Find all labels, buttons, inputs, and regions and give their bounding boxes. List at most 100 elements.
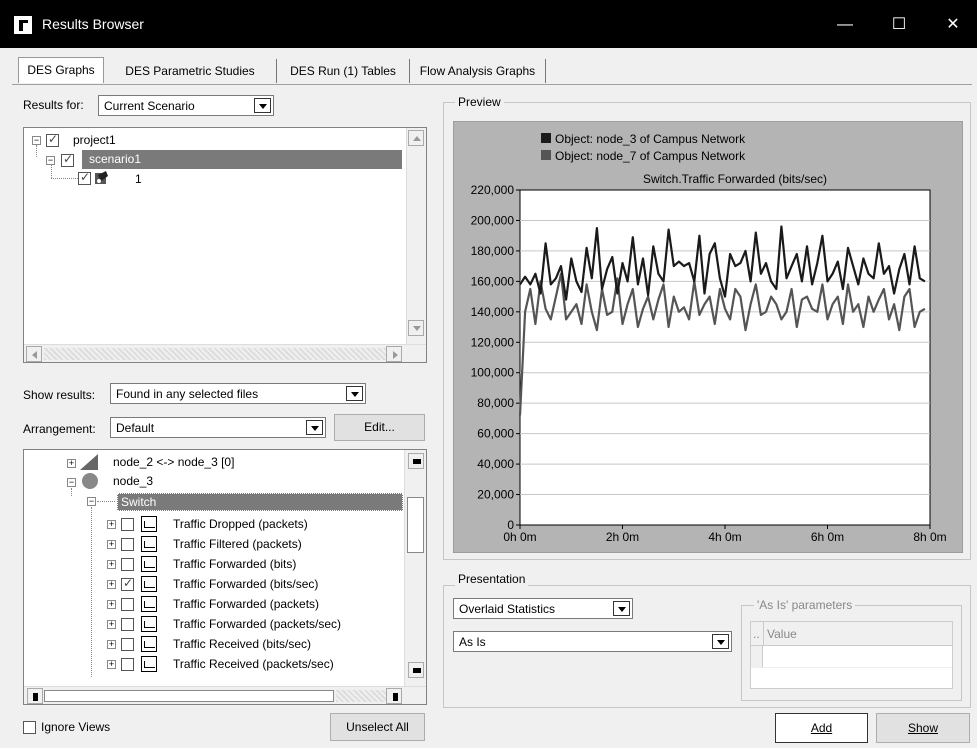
y-tick-label: 220,000 — [471, 183, 515, 197]
tab-des-parametric-studies[interactable]: DES Parametric Studies — [104, 59, 277, 83]
collapse-icon[interactable]: − — [32, 136, 41, 145]
add-button[interactable]: Add — [775, 713, 868, 743]
chevron-down-icon[interactable] — [613, 601, 630, 616]
tree-item-switch[interactable]: Switch — [121, 495, 156, 509]
expand-icon[interactable]: + — [67, 459, 76, 468]
minimize-icon[interactable]: — — [822, 10, 868, 40]
show-results-select[interactable]: Found in any selected files — [110, 383, 366, 404]
graph-icon — [141, 556, 157, 572]
preview-label: Preview — [455, 95, 504, 109]
show-results-label: Show results: — [23, 388, 96, 402]
statistics-tree-hscroll[interactable] — [24, 686, 426, 704]
tree-item-project1[interactable]: project1 — [73, 133, 116, 147]
chevron-down-icon[interactable] — [712, 634, 729, 649]
presentation-mode-select[interactable]: Overlaid Statistics — [453, 598, 633, 619]
graph-icon — [141, 596, 157, 612]
stat-checkbox[interactable] — [121, 618, 134, 631]
scenario-tree: − project1 − scenario1 1 — [23, 127, 427, 363]
chevron-down-icon[interactable] — [306, 420, 323, 435]
tree-line — [91, 507, 92, 677]
collapse-icon[interactable]: − — [87, 497, 96, 506]
arrangement-select[interactable]: Default — [110, 417, 326, 438]
legend-entry: Object: node_7 of Campus Network — [555, 149, 746, 163]
arrangement-label: Arrangement: — [23, 422, 96, 436]
scenario-tree-hscroll[interactable] — [24, 344, 426, 362]
x-tick-label: 0h 0m — [503, 530, 536, 544]
y-tick-label: 120,000 — [471, 335, 515, 349]
unselect-all-button[interactable]: Unselect All — [330, 713, 425, 741]
scroll-down-icon[interactable] — [408, 662, 424, 678]
stat-item[interactable]: + Traffic Filtered (packets) — [107, 536, 407, 556]
stat-checkbox[interactable] — [121, 558, 134, 571]
scroll-down-icon[interactable] — [408, 320, 424, 336]
tree-item-node3[interactable]: node_3 — [113, 474, 153, 488]
show-button-label: Show — [907, 721, 939, 735]
scenario1-checkbox[interactable] — [61, 152, 74, 167]
statistics-tree-vscroll[interactable] — [404, 450, 426, 686]
collapse-icon[interactable]: − — [67, 478, 76, 487]
scroll-right-icon[interactable] — [386, 688, 402, 704]
chevron-down-icon[interactable] — [346, 386, 363, 401]
stat-label: Traffic Forwarded (bits/sec) — [173, 577, 319, 591]
scenario-tree-vscroll[interactable] — [406, 128, 426, 344]
stat-item[interactable]: + Traffic Received (packets/sec) — [107, 656, 407, 676]
maximize-icon[interactable]: ☐ — [876, 10, 922, 40]
stat-item[interactable]: + Traffic Dropped (packets) — [107, 516, 407, 536]
expand-icon[interactable]: + — [107, 600, 116, 609]
stat-checkbox[interactable] — [121, 576, 134, 591]
show-results-value: Found in any selected files — [116, 387, 259, 401]
expand-icon[interactable]: + — [107, 640, 116, 649]
expand-icon[interactable]: + — [107, 580, 116, 589]
x-tick-label: 8h 0m — [913, 530, 946, 544]
tree-item-run-1[interactable]: 1 — [135, 172, 142, 186]
stat-checkbox[interactable] — [121, 658, 134, 671]
y-tick-label: 180,000 — [471, 244, 515, 258]
stat-checkbox[interactable] — [121, 638, 134, 651]
legend-swatch — [541, 133, 551, 143]
stat-item[interactable]: + Traffic Received (bits/sec) — [107, 636, 407, 656]
ignore-views-label[interactable]: Ignore Views — [41, 720, 110, 734]
edit-arrangement-button[interactable]: Edit... — [334, 414, 425, 441]
expand-icon[interactable]: + — [107, 560, 116, 569]
scroll-track[interactable] — [44, 348, 399, 360]
stat-label: Traffic Forwarded (packets) — [173, 597, 320, 611]
stat-checkbox[interactable] — [121, 598, 134, 611]
scroll-left-icon[interactable] — [26, 346, 42, 362]
tab-des-graphs[interactable]: DES Graphs — [18, 57, 104, 83]
chevron-down-icon[interactable] — [254, 98, 271, 113]
scroll-thumb[interactable] — [407, 497, 424, 553]
stat-item[interactable]: + Traffic Forwarded (bits) — [107, 556, 407, 576]
ignore-views-checkbox[interactable] — [23, 721, 36, 734]
scroll-right-icon[interactable] — [386, 346, 402, 362]
expand-icon[interactable]: + — [107, 620, 116, 629]
collapse-icon[interactable]: − — [46, 156, 55, 165]
presentation-mode-value: Overlaid Statistics — [459, 602, 556, 616]
scroll-track[interactable] — [336, 690, 386, 702]
stat-checkbox[interactable] — [121, 518, 134, 531]
tree-item-scenario1[interactable]: scenario1 — [89, 152, 141, 166]
tree-item-link-node2-node3[interactable]: node_2 <-> node_3 [0] — [113, 455, 234, 469]
project1-checkbox[interactable] — [46, 132, 59, 147]
scroll-left-icon[interactable] — [27, 688, 43, 704]
expand-icon[interactable]: + — [107, 660, 116, 669]
close-icon[interactable]: ✕ — [930, 10, 976, 40]
tab-des-run-tables[interactable]: DES Run (1) Tables — [277, 59, 410, 83]
presentation-filter-select[interactable]: As Is — [453, 631, 732, 652]
y-tick-label: 60,000 — [477, 427, 514, 441]
scroll-thumb[interactable] — [44, 690, 334, 702]
stat-label: Traffic Forwarded (bits) — [173, 557, 297, 571]
show-button[interactable]: Show — [876, 713, 970, 743]
stat-item[interactable]: + Traffic Forwarded (packets/sec) — [107, 616, 407, 636]
results-for-select[interactable]: Current Scenario — [98, 95, 274, 116]
stat-item[interactable]: + Traffic Forwarded (bits/sec) — [107, 576, 407, 596]
tab-flow-analysis-graphs[interactable]: Flow Analysis Graphs — [410, 59, 546, 83]
scroll-up-icon[interactable] — [408, 130, 424, 146]
stat-item[interactable]: + Traffic Forwarded (packets) — [107, 596, 407, 616]
stat-checkbox[interactable] — [121, 538, 134, 551]
scroll-up-icon[interactable] — [408, 453, 424, 469]
results-for-value: Current Scenario — [104, 99, 195, 113]
run1-checkbox[interactable] — [78, 170, 91, 185]
expand-icon[interactable]: + — [107, 540, 116, 549]
y-tick-label: 40,000 — [477, 457, 514, 471]
expand-icon[interactable]: + — [107, 520, 116, 529]
